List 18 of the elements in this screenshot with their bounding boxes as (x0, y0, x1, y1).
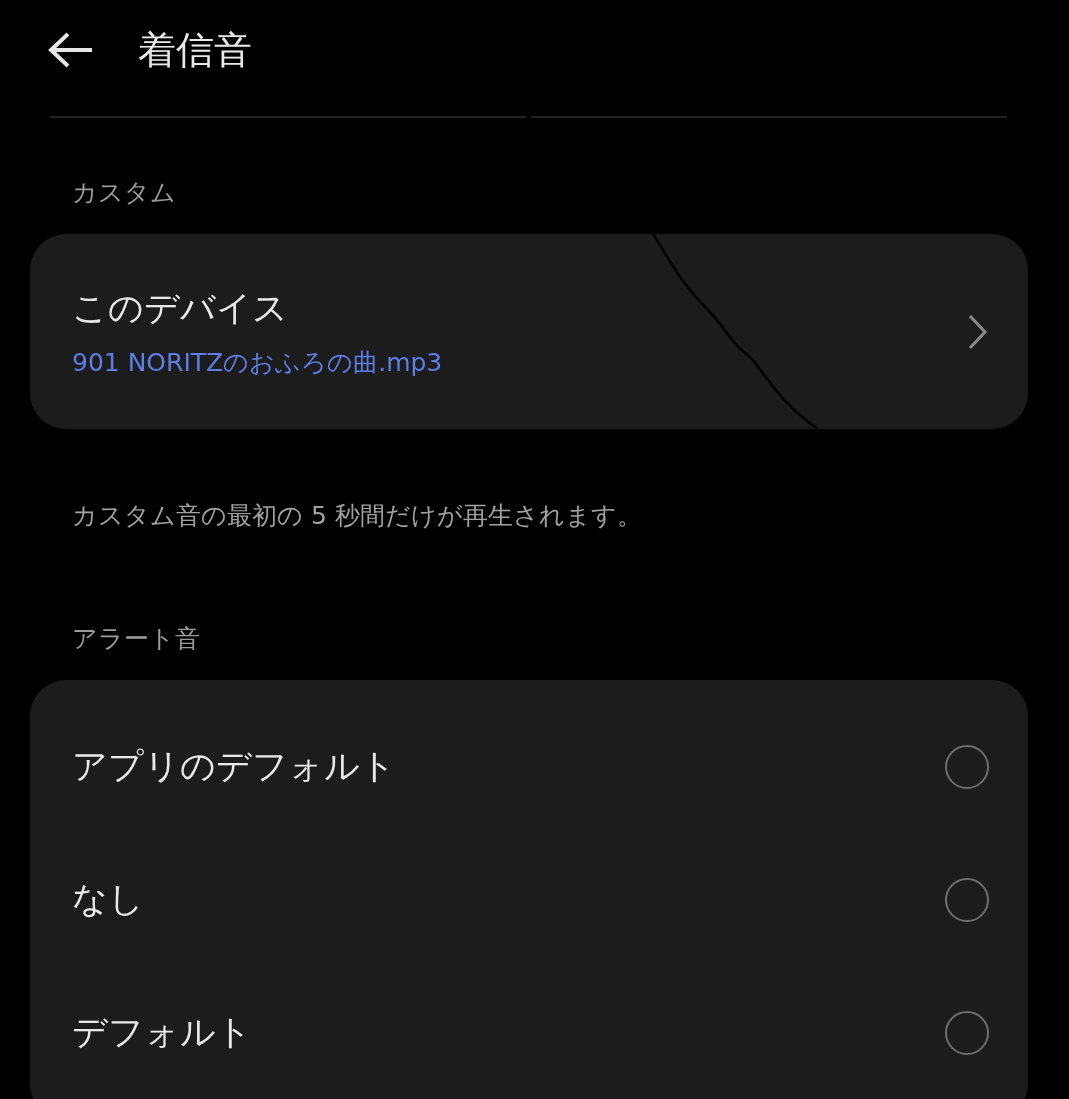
custom-sound-item[interactable]: このデバイス 901 NORITZのおふろの曲.mp3 (30, 234, 1028, 429)
option-row[interactable]: なし (72, 833, 989, 966)
section-label: アラート音 (72, 623, 201, 654)
screen-title: 着信音 (138, 26, 252, 74)
back-arrow-icon[interactable] (48, 32, 94, 68)
info-text: カスタム音の最初の 5 秒間だけが再生されます。 (72, 500, 643, 532)
item-subtitle: 901 NORITZのおふろの曲.mp3 (72, 346, 443, 379)
option-row[interactable]: アプリのデフォルト (72, 700, 989, 833)
radio-button[interactable] (945, 877, 989, 922)
chevron-icon (968, 313, 988, 350)
option-label: なし (72, 878, 144, 921)
option-label: アプリのデフォルト (72, 745, 396, 788)
radio-button[interactable] (945, 1010, 989, 1055)
option-row[interactable]: デフォルト (72, 966, 989, 1099)
option-label: デフォルト (72, 1011, 252, 1054)
radio-button[interactable] (945, 744, 989, 789)
section-label: カスタム (72, 177, 177, 208)
item-title: このデバイス (72, 286, 289, 330)
